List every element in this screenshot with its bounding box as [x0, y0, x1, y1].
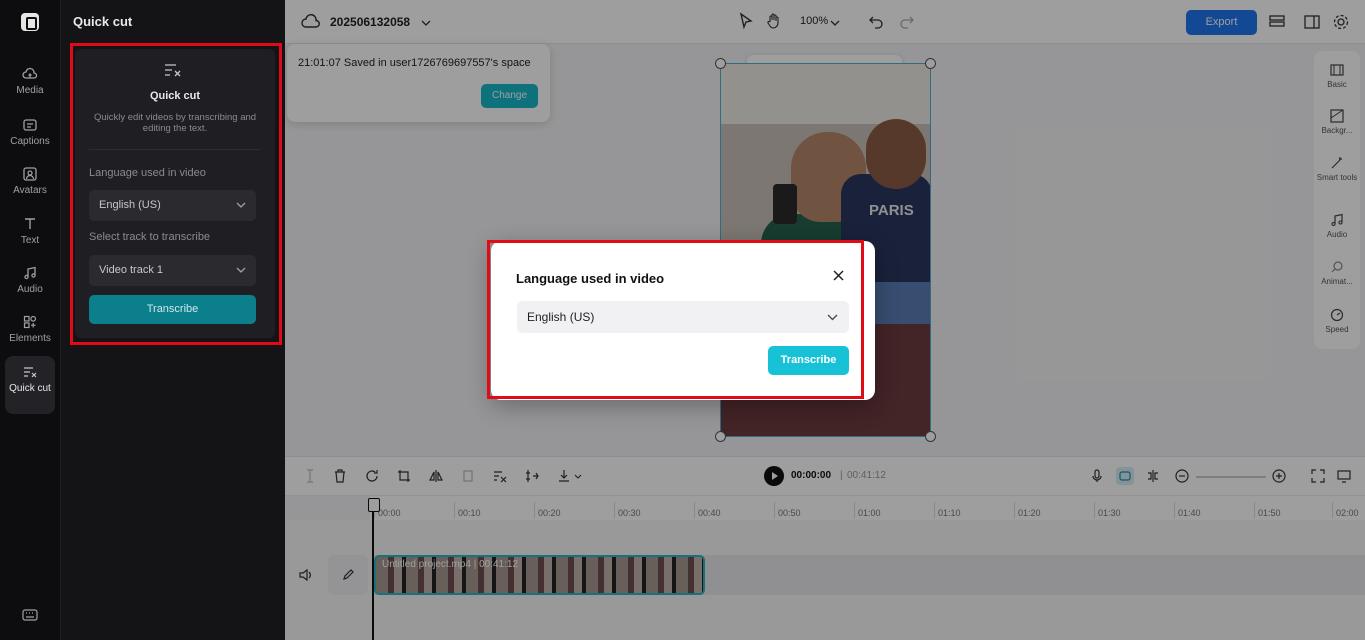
card-title: Quick cut — [149, 90, 201, 102]
cloud-upload-icon — [22, 67, 38, 79]
dialog-language-select[interactable]: English (US) — [517, 301, 849, 333]
panel-title: Quick cut — [73, 14, 133, 29]
rail-label: Media — [16, 85, 44, 96]
rail-label: Avatars — [13, 185, 47, 196]
language-dialog: Language used in video English (US) Tran… — [491, 241, 875, 400]
rail-label: Quick cut — [9, 383, 51, 394]
divider — [89, 149, 261, 150]
chevron-down-icon — [236, 267, 246, 273]
avatar-icon — [23, 167, 37, 181]
elements-icon — [23, 315, 37, 329]
text-icon — [25, 218, 35, 229]
app-logo-icon[interactable] — [21, 13, 39, 31]
rail-label: Captions — [10, 136, 50, 147]
captions-icon — [23, 119, 37, 131]
panel-transcribe-button[interactable]: Transcribe — [89, 295, 256, 324]
rail-label: Audio — [17, 284, 43, 295]
left-rail: Media Captions Avatars Text Audio Elemen… — [0, 0, 61, 640]
dialog-title: Language used in video — [516, 271, 665, 286]
dialog-transcribe-button[interactable]: Transcribe — [768, 346, 849, 375]
quick-cut-card: Quick cut Quickly edit videos by transcr… — [75, 49, 275, 338]
rail-item-audio[interactable]: Audio — [5, 265, 55, 295]
chevron-down-icon — [236, 202, 246, 208]
language-select[interactable]: English (US) — [89, 190, 256, 221]
rail-item-text[interactable]: Text — [5, 216, 55, 246]
chevron-down-icon — [827, 314, 838, 321]
language-label: Language used in video — [89, 167, 206, 179]
music-note-icon — [24, 266, 36, 280]
keyboard-shortcuts-icon[interactable] — [22, 608, 38, 622]
track-select[interactable]: Video track 1 — [89, 255, 256, 286]
rail-item-avatars[interactable]: Avatars — [5, 166, 55, 196]
rail-item-media[interactable]: Media — [5, 66, 55, 96]
track-select-value: Video track 1 — [99, 264, 164, 276]
close-icon[interactable] — [832, 269, 845, 282]
rail-item-quick-cut[interactable]: Quick cut — [5, 356, 55, 414]
card-description: Quickly edit videos by transcribing and … — [93, 112, 257, 134]
quick-cut-icon — [165, 64, 181, 77]
quick-cut-icon — [24, 367, 37, 378]
rail-label: Elements — [9, 333, 51, 344]
language-select-value: English (US) — [99, 199, 161, 211]
dialog-language-value: English (US) — [527, 310, 595, 324]
rail-label: Text — [20, 235, 40, 246]
track-label: Select track to transcribe — [89, 231, 211, 243]
rail-item-captions[interactable]: Captions — [5, 117, 55, 147]
rail-item-elements[interactable]: Elements — [5, 314, 55, 344]
